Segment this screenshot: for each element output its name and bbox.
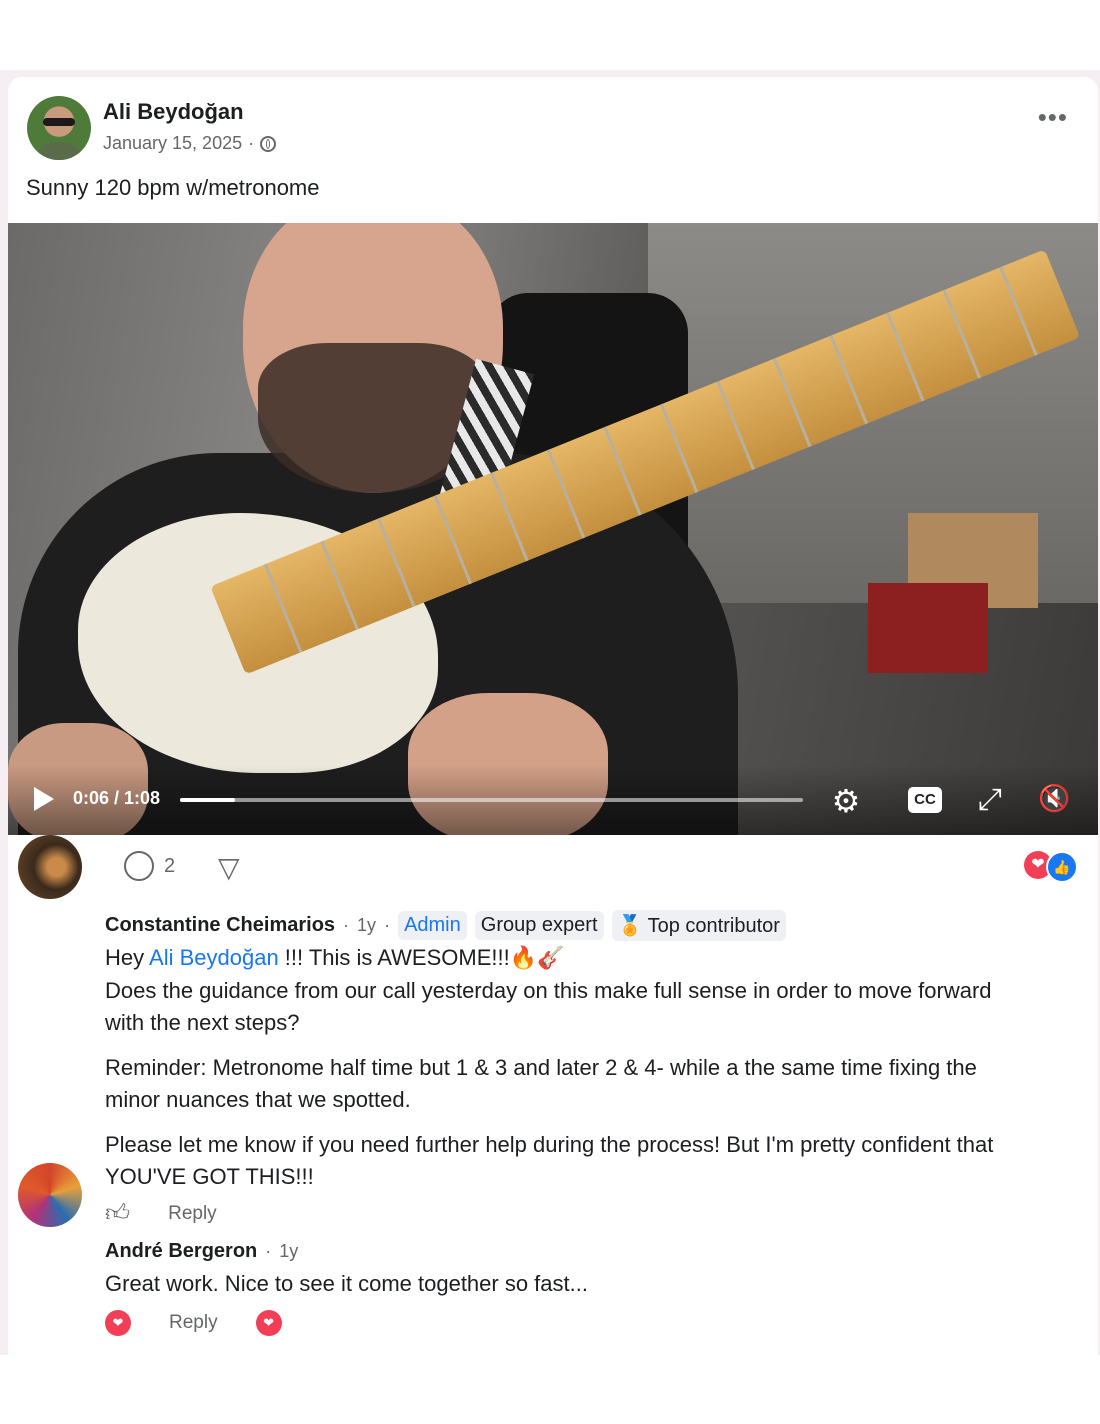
closed-captions-icon[interactable]: CC <box>908 787 942 813</box>
comment-body: Great work. Nice to see it come together… <box>105 1271 588 1296</box>
comment-greeting: Hey <box>105 945 145 970</box>
comment-time[interactable]: 1y <box>279 1241 298 1262</box>
comment-line1-rest: !!! This is AWESOME!!!🔥🎸 <box>278 945 565 970</box>
post-text: Sunny 120 bpm w/metronome <box>26 175 320 200</box>
love-react-icon[interactable]: ❤ <box>105 1310 131 1336</box>
muted-speaker-icon[interactable]: 🔇 <box>1038 783 1070 814</box>
comment-header: Constantine Cheimarios · 1y · Admin Grou… <box>105 910 786 941</box>
settings-gear-icon[interactable]: ⚙ <box>830 785 862 817</box>
comment-author[interactable]: Constantine Cheimarios <box>105 914 335 937</box>
globe-icon <box>260 135 277 152</box>
comment-header: André Bergeron · 1y <box>105 1240 298 1263</box>
like-summary-icon: 👍 <box>1046 851 1078 883</box>
share-button[interactable]: ▽ <box>218 851 240 884</box>
comment-separator: · <box>343 915 350 935</box>
post-meta: January 15, 2025 · <box>103 133 277 154</box>
post-date[interactable]: January 15, 2025 <box>103 133 242 154</box>
comment-author[interactable]: André Bergeron <box>105 1240 257 1263</box>
fullscreen-icon[interactable]: ⤢ <box>978 783 1002 817</box>
comment-paragraph: Does the guidance from our call yesterda… <box>105 978 992 1035</box>
comment-actions: 👍︎ Reply <box>105 1200 217 1228</box>
video-progress-fill <box>180 798 235 802</box>
comment-body: Hey Ali Beydoğan !!! This is AWESOME!!!🔥… <box>105 942 1025 974</box>
share-icon: ▽ <box>218 852 240 883</box>
reply-button[interactable]: Reply <box>169 1312 218 1334</box>
avatar-shirt <box>35 142 83 160</box>
comment-paragraph: Please let me know if you need further h… <box>105 1132 994 1189</box>
admin-badge: Admin <box>398 911 467 940</box>
love-reaction-icon[interactable]: ❤ <box>255 1310 282 1336</box>
mention-link[interactable]: Ali Beydoğan <box>149 945 279 970</box>
reaction-summary[interactable]: ❤ 👍 <box>1024 851 1078 883</box>
commenter-avatar[interactable] <box>18 1163 82 1227</box>
comment-time[interactable]: 1y <box>357 915 376 936</box>
video-amp <box>868 583 988 673</box>
top-contributor-badge: 🏅 Top contributor <box>611 910 786 941</box>
video-controls: 0:06 / 1:08 ⚙ CC ⤢ 🔇 <box>8 765 1098 835</box>
comment-button[interactable]: 2 <box>124 851 175 881</box>
comment-count: 2 <box>164 854 176 877</box>
meta-separator: · <box>248 133 255 153</box>
commenter-avatar[interactable] <box>18 835 82 899</box>
comment-bubble-icon <box>124 851 154 881</box>
comment-actions: ❤ Reply ❤ <box>105 1310 282 1336</box>
video-progress-bar[interactable] <box>180 798 803 802</box>
award-icon: 🏅 <box>617 915 648 937</box>
sunglasses <box>43 118 75 126</box>
video-player[interactable]: 0:06 / 1:08 ⚙ CC ⤢ 🔇 <box>8 223 1098 835</box>
comment-paragraph: Reminder: Metronome half time but 1 & 3 … <box>105 1055 977 1112</box>
video-time: 0:06 / 1:08 <box>73 788 161 808</box>
reply-button[interactable]: Reply <box>168 1203 217 1225</box>
play-icon[interactable] <box>34 787 54 811</box>
like-icon[interactable]: 👍︎ <box>105 1200 130 1228</box>
more-options-icon[interactable]: ••• <box>1038 104 1068 130</box>
comment-separator: · <box>265 1241 272 1261</box>
comment-separator: · <box>384 915 391 935</box>
group-expert-badge: Group expert <box>474 911 604 940</box>
top-contributor-label: Top contributor <box>647 915 780 937</box>
author-name[interactable]: Ali Beydoğan <box>103 99 244 125</box>
author-avatar[interactable] <box>27 96 91 160</box>
reactions-bar: ❤ 5 2 ▽ ❤ 👍 <box>8 847 1098 887</box>
